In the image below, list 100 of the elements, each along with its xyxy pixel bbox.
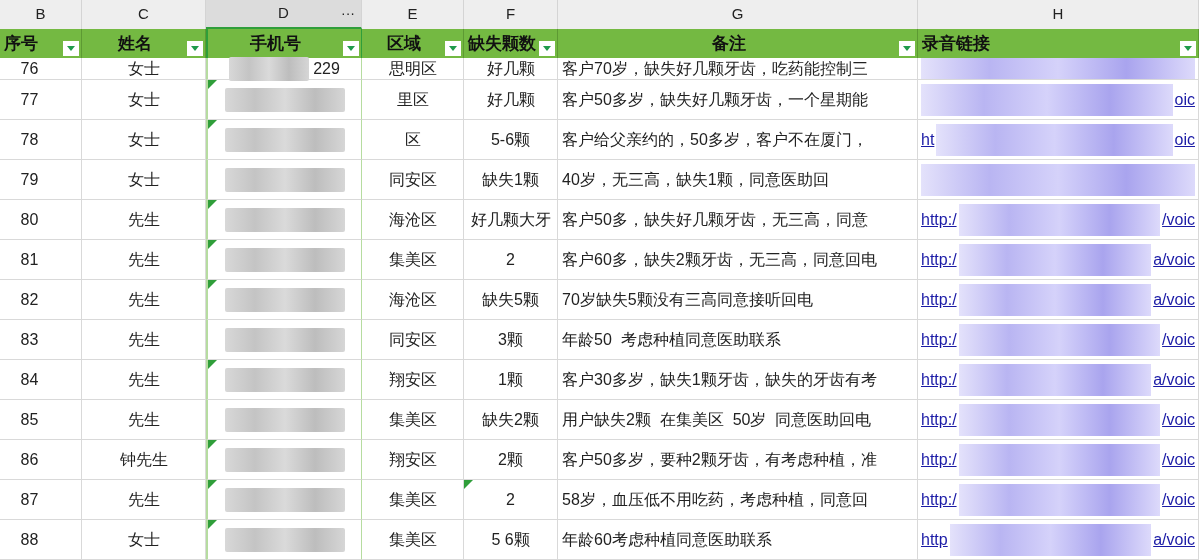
field-header: 序号 [4,32,38,55]
table-cell-text: 客户50多，缺失好几颗牙齿，无三高，同意 [562,209,868,230]
table-cell-text: 里区 [396,89,429,110]
table-cell-text: 客户60多，缺失2颗牙齿，无三高，同意回电 [562,249,877,270]
filter-button[interactable] [539,41,555,56]
filter-button[interactable] [63,41,79,56]
table-cell-text: 先生 [127,289,160,310]
comment-marker-icon [208,480,217,489]
table-cell: 好几颗 [464,80,558,120]
table-cell-text: 77 [20,89,40,110]
more-menu[interactable]: ··· [341,3,355,24]
table-cell-text: 76 [20,58,40,79]
comment-marker-icon [208,200,217,209]
comment-marker-icon [208,360,217,369]
table-cell-text: 钟先生 [119,449,168,470]
table-cell-text: 82 [20,289,40,310]
table-cell: 1颗 [464,360,558,400]
table-cell-text: 客户给父亲约的，50多岁，客户不在厦门， [562,129,868,150]
comment-marker-icon [208,80,217,89]
caret-icon [191,46,199,51]
column-header[interactable]: D ··· [206,0,362,29]
table-cell-text: 同安区 [388,329,437,350]
link[interactable]: http:/ [921,287,957,312]
filter-button[interactable] [187,41,203,56]
link[interactable]: http:/ [921,487,957,512]
link[interactable]: oic [1174,87,1195,112]
table-cell-text: 集美区 [388,529,437,550]
table-cell-text: 年龄60考虑种植同意医助联系 [562,529,772,550]
table-cell-text: 集美区 [388,249,437,270]
link[interactable]: a/voic [1153,287,1195,312]
field-header: 备注 [710,32,747,55]
filter-button[interactable] [343,41,359,56]
table-cell-text: 先生 [127,209,160,230]
caret-icon [347,46,355,51]
link[interactable]: /voic [1162,447,1195,472]
link[interactable]: http:/ [921,367,957,392]
comment-marker-icon [464,480,473,489]
table-cell-text: 88 [20,529,40,550]
table-cell-text: 84 [20,369,40,390]
table-cell-text: 集美区 [388,409,437,430]
link[interactable]: http:/ [921,407,957,432]
filter-button[interactable] [445,41,461,56]
filter-button[interactable] [1180,41,1196,56]
link[interactable]: oic [1174,127,1195,152]
table-cell: 2 [464,480,558,520]
table-cell-text: 40岁，无三高，缺失1颗，同意医助回 [562,169,829,190]
table-cell-text: 79 [20,169,40,190]
link[interactable]: http:/ [921,207,957,232]
link[interactable]: http:/ [921,447,957,472]
table-cell-text: 女士 [127,89,160,110]
filter-button[interactable] [899,41,915,56]
table-cell-text: 85 [20,409,40,430]
table-cell: 好几颗 [464,58,558,80]
table-cell-text: 翔安区 [388,369,437,390]
link[interactable]: a/voic [1153,367,1195,392]
caret-icon [1184,46,1192,51]
comment-marker-icon [208,120,217,129]
table-cell: 2 [464,240,558,280]
field-header: 录音链接 [922,32,990,55]
link[interactable]: http:/ [921,327,957,352]
table-cell: 缺失5颗 [464,280,558,320]
table-cell-text: 229 [313,58,340,79]
table-cell-text: 87 [20,489,40,510]
comment-marker-icon [208,240,217,249]
table-cell-text: 海沧区 [388,209,437,230]
field-header: 手机号 [249,32,302,55]
table-cell-text: 用户缺失2颗 在集美区 50岁 同意医助回电 [562,409,872,430]
table-cell: 5 6颗 [464,520,558,560]
caret-icon [67,46,75,51]
link[interactable]: http [921,527,948,552]
table-cell-text: 海沧区 [388,289,437,310]
table-cell-text: 年龄50 考虑种植同意医助联系 [562,329,781,350]
link[interactable]: /voic [1162,487,1195,512]
table-cell-text: 女士 [127,129,160,150]
table-cell-text: 先生 [127,489,160,510]
link[interactable]: a/voic [1153,527,1195,552]
table-cell-text: 客户30多岁，缺失1颗牙齿，缺失的牙齿有考 [562,369,877,390]
table-cell-text: 先生 [127,369,160,390]
table-cell-text: 翔安区 [388,449,437,470]
table-cell: 3颗 [464,320,558,360]
table-cell-text: 区 [404,129,421,150]
link[interactable]: /voic [1162,327,1195,352]
table-cell: 好几颗大牙 [464,200,558,240]
table-cell-text: 78 [20,129,40,150]
comment-marker-icon [208,520,217,529]
table-cell-text: 女士 [127,169,160,190]
table-cell-text: 86 [20,449,40,470]
link[interactable]: ht [921,127,935,152]
table-cell-text: 先生 [127,409,160,430]
link[interactable]: /voic [1162,407,1195,432]
table-cell-text: 客户50多岁，要种2颗牙齿，有考虑种植，准 [562,449,877,470]
table-cell-text: 83 [20,329,40,350]
link[interactable]: a/voic [1153,247,1195,272]
comment-marker-icon [208,280,217,289]
link[interactable]: http:/ [921,247,957,272]
table-cell: 缺失2颗 [464,400,558,440]
table-cell-text: 58岁，血压低不用吃药，考虑种植，同意回 [562,489,868,510]
table-cell-text: 思明区 [388,58,437,79]
caret-icon [449,46,457,51]
link[interactable]: /voic [1162,207,1195,232]
